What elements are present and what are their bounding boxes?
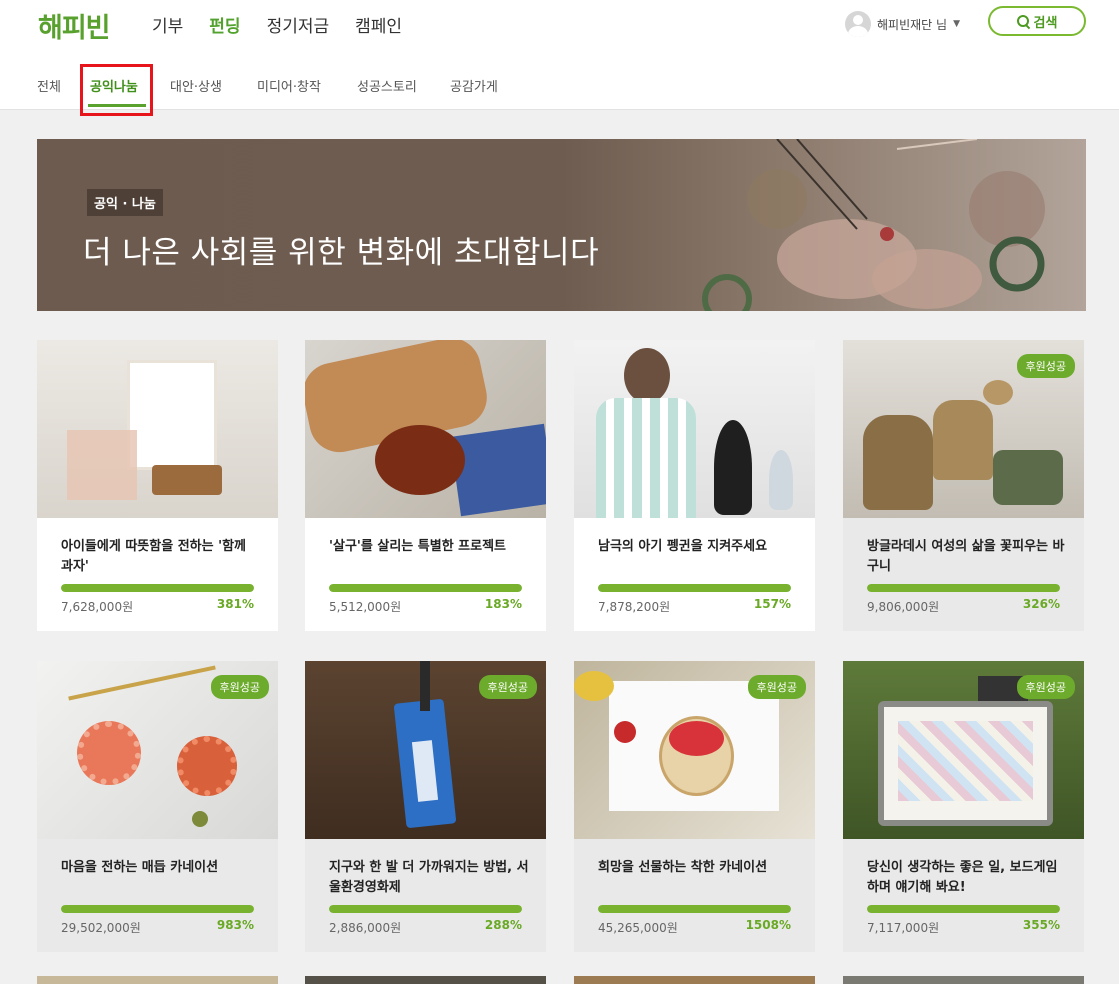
success-badge: 후원성공 — [210, 675, 269, 699]
nav-campaign[interactable]: 캠페인 — [355, 12, 402, 37]
main-nav: 기부 펀딩 정기저금 캠페인 — [152, 12, 428, 37]
banner-title: 더 나은 사회를 위한 변화에 초대합니다 — [83, 235, 600, 271]
subnav-success-story[interactable]: 성공스토리 — [357, 76, 417, 95]
funding-progress-bar — [598, 584, 791, 592]
search-button-label: 검색 — [1033, 15, 1058, 31]
nav-regular-savings[interactable]: 정기저금 — [267, 12, 330, 37]
project-title: 희망을 선물하는 착한 카네이션 — [598, 860, 768, 875]
funded-percent: 381% — [216, 597, 254, 611]
highlight-box — [80, 64, 153, 116]
banner-category-tag: 공익 · 나눔 — [87, 189, 163, 216]
user-menu[interactable]: 해피빈재단 님 ▼ — [845, 11, 960, 37]
progress-fill — [61, 584, 254, 592]
funding-progress-bar — [61, 584, 254, 592]
project-title: '살구'를 살리는 특별한 프로젝트 — [329, 539, 507, 554]
project-card[interactable]: 후원성공 마음을 전하는 매듭 카네이션 29,502,000원 983% — [37, 661, 278, 952]
top-header: 해피빈 기부 펀딩 정기저금 캠페인 해피빈재단 님 ▼ 검색 — [0, 0, 1119, 50]
progress-fill — [867, 584, 1060, 592]
funded-percent: 288% — [484, 918, 522, 932]
progress-fill — [867, 905, 1060, 913]
funded-amount: 45,265,000원 — [598, 921, 678, 935]
funded-percent: 1508% — [745, 918, 791, 932]
project-title: 아이들에게 따뜻함을 전하는 '함께 과자' — [61, 539, 246, 574]
project-thumbnail — [305, 340, 546, 518]
user-name: 해피빈재단 님 — [877, 17, 948, 32]
caret-down-icon: ▼ — [953, 19, 960, 29]
success-badge: 후원성공 — [747, 675, 806, 699]
funded-percent: 983% — [216, 918, 254, 932]
funded-percent: 326% — [1022, 597, 1060, 611]
subnav-store[interactable]: 공감가게 — [450, 76, 498, 95]
funded-percent: 355% — [1022, 918, 1060, 932]
project-thumbnail — [574, 340, 815, 518]
success-badge: 후원성공 — [1016, 675, 1075, 699]
progress-fill — [598, 905, 791, 913]
avatar-icon — [845, 11, 871, 37]
funded-percent: 183% — [484, 597, 522, 611]
project-card[interactable]: 후원성공 희망을 선물하는 착한 카네이션 45,265,000원 1508% — [574, 661, 815, 952]
funded-amount: 2,886,000원 — [329, 921, 402, 935]
category-banner: 공익 · 나눔 더 나은 사회를 위한 변화에 초대합니다 — [37, 139, 1086, 311]
funded-amount: 7,117,000원 — [867, 921, 940, 935]
subnav-media-creation[interactable]: 미디어·창작 — [257, 76, 321, 95]
funding-progress-bar — [598, 905, 791, 913]
happybean-logo[interactable]: 해피빈 — [38, 6, 111, 45]
funded-amount: 7,628,000원 — [61, 600, 134, 614]
project-title: 당신이 생각하는 좋은 일, 보드게임하며 얘기해 봐요! — [867, 860, 1058, 895]
project-title: 마음을 전하는 매듭 카네이션 — [61, 860, 219, 875]
project-title: 지구와 한 발 더 가까워지는 방법, 서울환경영화제 — [329, 860, 529, 895]
project-card[interactable]: '살구'를 살리는 특별한 프로젝트 5,512,000원 183% — [305, 340, 546, 631]
project-thumbnail — [37, 340, 278, 518]
funded-amount: 5,512,000원 — [329, 600, 402, 614]
progress-fill — [329, 905, 522, 913]
funded-amount: 29,502,000원 — [61, 921, 141, 935]
funding-progress-bar — [329, 584, 522, 592]
project-card[interactable]: 후원성공 방글라데시 여성의 삶을 꽃피우는 바구니 9,806,000원 32… — [843, 340, 1084, 631]
project-title: 남극의 아기 펭귄을 지켜주세요 — [598, 539, 768, 554]
funding-progress-bar — [329, 905, 522, 913]
progress-fill — [329, 584, 522, 592]
success-badge: 후원성공 — [1016, 354, 1075, 378]
subnav-all[interactable]: 전체 — [37, 76, 61, 95]
project-title: 방글라데시 여성의 삶을 꽃피우는 바구니 — [867, 539, 1065, 574]
funding-progress-bar — [867, 584, 1060, 592]
progress-fill — [61, 905, 254, 913]
subnav-alternative[interactable]: 대안·상생 — [170, 76, 222, 95]
funded-amount: 9,806,000원 — [867, 600, 940, 614]
category-subnav: 전체 공익나눔 대안·상생 미디어·창작 성공스토리 공감가게 — [0, 50, 1119, 110]
funding-progress-bar — [867, 905, 1060, 913]
next-card-peek — [37, 976, 278, 984]
success-badge: 후원성공 — [478, 675, 537, 699]
nav-funding[interactable]: 펀딩 — [209, 12, 240, 37]
funding-progress-bar — [61, 905, 254, 913]
funded-percent: 157% — [753, 597, 791, 611]
flower-craft-image — [702, 139, 1045, 311]
project-card[interactable]: 아이들에게 따뜻함을 전하는 '함께 과자' 7,628,000원 381% — [37, 340, 278, 631]
project-card[interactable]: 후원성공 지구와 한 발 더 가까워지는 방법, 서울환경영화제 2,886,0… — [305, 661, 546, 952]
search-icon — [1016, 15, 1029, 27]
project-card[interactable]: 남극의 아기 펭귄을 지켜주세요 7,878,200원 157% — [574, 340, 815, 631]
next-card-peek — [305, 976, 546, 984]
funded-amount: 7,878,200원 — [598, 600, 671, 614]
next-card-peek — [843, 976, 1084, 984]
project-card[interactable]: 후원성공 당신이 생각하는 좋은 일, 보드게임하며 얘기해 봐요! 7,117… — [843, 661, 1084, 952]
next-card-peek — [574, 976, 815, 984]
nav-donate[interactable]: 기부 — [152, 12, 183, 37]
progress-fill — [598, 584, 791, 592]
search-button[interactable]: 검색 — [988, 6, 1086, 36]
